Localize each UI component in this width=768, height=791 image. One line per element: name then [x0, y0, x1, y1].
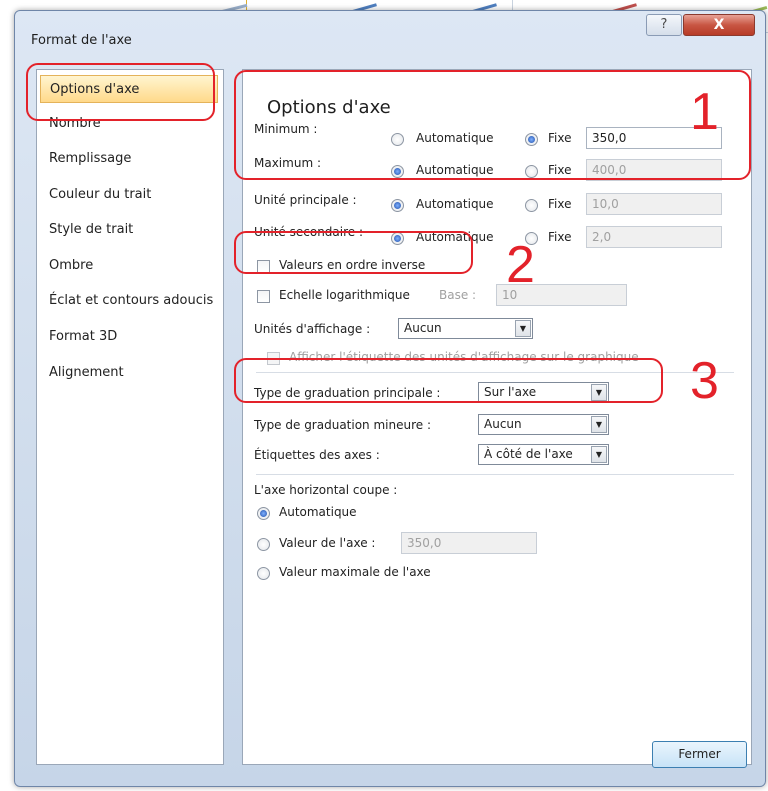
crosses-auto-radio[interactable] [257, 507, 270, 520]
highlight-box-major-tick [234, 358, 663, 403]
nav-item-shadow[interactable]: Ombre [40, 252, 218, 280]
minor-unit-value-input[interactable]: 2,0 [586, 226, 722, 248]
minor-tick-label: Type de graduation mineure : [254, 418, 431, 432]
major-unit-auto-label: Automatique [416, 197, 494, 211]
crosses-max-value-label: Valeur maximale de l'axe [279, 565, 431, 579]
minor-unit-fixed-label: Fixe [548, 230, 572, 244]
dialog-title: Format de l'axe [31, 33, 132, 48]
axis-labels-value: À côté de l'axe [484, 447, 573, 461]
crosses-max-value-radio[interactable] [257, 567, 270, 580]
display-units-value: Aucun [404, 321, 442, 335]
display-units-label: Unités d'affichage : [254, 322, 371, 336]
axis-labels-label: Étiquettes des axes : [254, 448, 380, 462]
horizontal-axis-crosses-label: L'axe horizontal coupe : [254, 483, 398, 497]
chevron-down-icon: ▼ [515, 320, 531, 337]
nav-item-3d-format[interactable]: Format 3D [40, 323, 218, 351]
crosses-axis-value-input[interactable]: 350,0 [401, 532, 537, 554]
crosses-axis-value-label: Valeur de l'axe : [279, 536, 376, 550]
category-list: Options d'axe Nombre Remplissage Couleur… [36, 69, 224, 765]
major-unit-fixed-label: Fixe [548, 197, 572, 211]
display-units-select[interactable]: Aucun ▼ [398, 318, 533, 339]
minor-tick-select[interactable]: Aucun ▼ [478, 414, 609, 435]
major-unit-label: Unité principale : [254, 193, 357, 207]
titlebar-close-button[interactable]: X [683, 14, 755, 36]
annotation-number-3: 3 [690, 352, 719, 410]
help-button[interactable]: ? [646, 14, 682, 36]
crosses-auto-label: Automatique [279, 505, 357, 519]
major-unit-auto-radio[interactable] [391, 199, 404, 212]
nav-item-alignment[interactable]: Alignement [40, 359, 218, 387]
chevron-down-icon: ▼ [591, 416, 607, 433]
annotation-number-2: 2 [506, 236, 535, 294]
chevron-down-icon: ▼ [591, 446, 607, 463]
highlight-box-reverse [234, 231, 473, 274]
minor-tick-value: Aucun [484, 417, 522, 431]
log-base-label: Base : [439, 288, 477, 302]
crosses-axis-value-radio[interactable] [257, 538, 270, 551]
highlight-box-nav [26, 63, 215, 121]
nav-item-fill[interactable]: Remplissage [40, 145, 218, 173]
nav-item-line-color[interactable]: Couleur du trait [40, 181, 218, 209]
nav-item-glow-soft-edges[interactable]: Éclat et contours adoucis [40, 287, 218, 315]
annotation-number-1: 1 [690, 83, 719, 141]
major-unit-value-input[interactable]: 10,0 [586, 193, 722, 215]
nav-item-line-style[interactable]: Style de trait [40, 216, 218, 244]
log-scale-checkbox[interactable] [257, 290, 270, 303]
axis-labels-select[interactable]: À côté de l'axe ▼ [478, 444, 609, 465]
separator [256, 474, 734, 475]
highlight-box-min-max [234, 70, 751, 180]
close-button[interactable]: Fermer [652, 741, 747, 768]
background-left-edge [0, 32, 14, 791]
log-scale-label: Echelle logarithmique [279, 288, 410, 302]
major-unit-fixed-radio[interactable] [525, 199, 538, 212]
